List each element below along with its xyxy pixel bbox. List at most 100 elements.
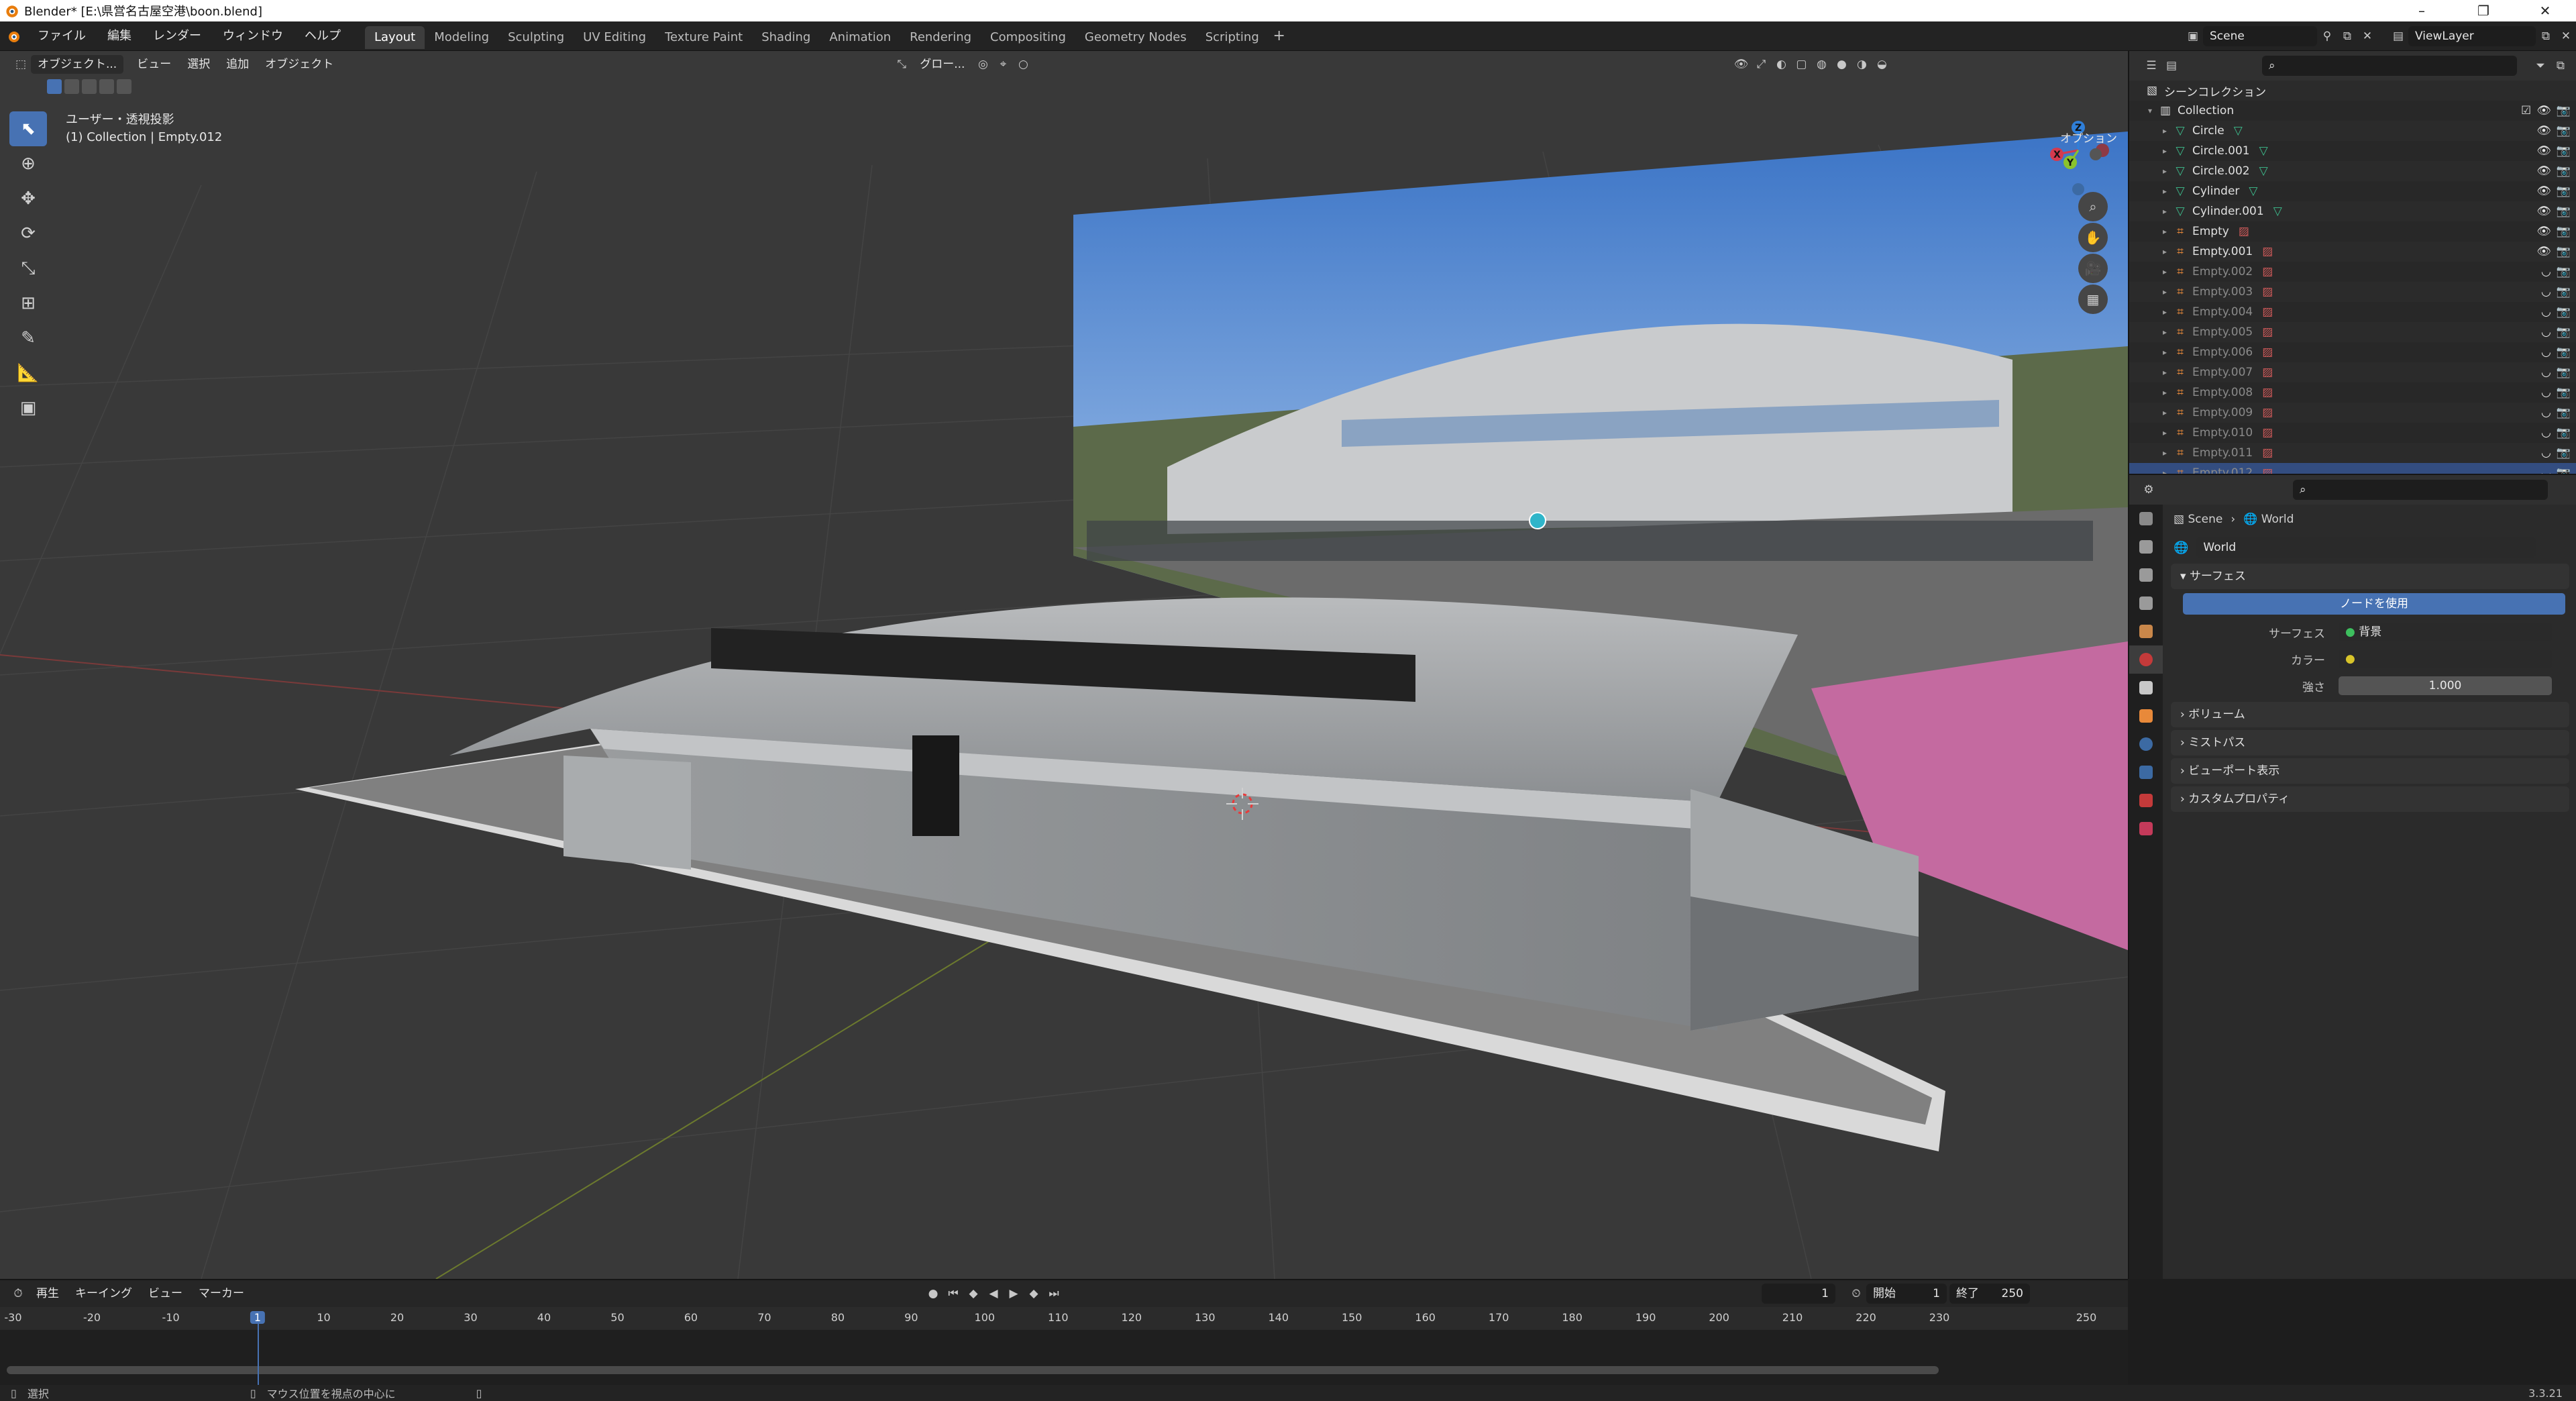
gizmo-toggle-icon[interactable]: ⤢ [1751, 54, 1771, 74]
menu-file[interactable]: ファイル [27, 21, 97, 51]
viewport-scene[interactable]: Z X Y [0, 51, 2128, 1279]
tab-uv-editing[interactable]: UV Editing [574, 26, 655, 49]
menu-window[interactable]: ウィンドウ [212, 21, 294, 51]
tab-compositing[interactable]: Compositing [981, 26, 1075, 49]
tab-texture-paint[interactable]: Texture Paint [655, 26, 752, 49]
timeline-menu-playback[interactable]: 再生 [28, 1280, 67, 1307]
collapse-arrow-icon[interactable]: ▾ [2143, 106, 2157, 115]
mesh-data-icon[interactable]: ▽ [2259, 164, 2268, 178]
camera-icon[interactable]: 📷 [2557, 104, 2571, 117]
camera-view-icon[interactable]: 🎥 [2078, 254, 2108, 283]
outliner-item[interactable]: ▸ ⌗ Empty.012 ▨ ◡ 📷 [2129, 463, 2576, 474]
new-collection-icon[interactable]: ⧉ [2551, 56, 2571, 76]
proportional-edit-icon[interactable]: ○ [1013, 54, 1033, 74]
maximize-button[interactable]: ❐ [2453, 0, 2514, 21]
scene-icon[interactable]: ▣ [2183, 26, 2203, 46]
close-button[interactable]: ✕ [2514, 0, 2576, 21]
camera-icon[interactable]: 📷 [2557, 386, 2571, 399]
eye-icon[interactable]: ◡ [2541, 406, 2551, 419]
scene-tab-icon[interactable] [2129, 617, 2163, 645]
world-name-field[interactable]: World [2196, 537, 2536, 558]
camera-icon[interactable]: 📷 [2557, 225, 2571, 238]
outliner-item[interactable]: ▸ ⌗ Empty.009 ▨ ◡ 📷 [2129, 403, 2576, 423]
delete-scene-icon[interactable]: ✕ [2357, 26, 2377, 46]
timeline-menu-view[interactable]: ビュー [140, 1280, 191, 1307]
minimize-button[interactable]: – [2391, 0, 2453, 21]
snap-icon[interactable]: ⌖ [993, 54, 1013, 74]
properties-editor-icon[interactable]: ⚙ [2139, 480, 2159, 500]
volume-panel-header[interactable]: › ボリューム [2171, 702, 2569, 727]
use-nodes-button[interactable]: ノードを使用 [2183, 593, 2565, 615]
expand-arrow-icon[interactable]: ▸ [2157, 388, 2172, 397]
select-extend-icon[interactable] [64, 79, 79, 94]
ortho-toggle-icon[interactable]: ▦ [2078, 284, 2108, 314]
camera-icon[interactable]: 📷 [2557, 446, 2571, 460]
move-tool-icon[interactable]: ✥ [9, 181, 47, 216]
eye-icon[interactable]: 👁 [2536, 164, 2551, 178]
viewport-menu-select[interactable]: 選択 [179, 51, 218, 78]
image-data-icon[interactable]: ▨ [2262, 386, 2273, 399]
eye-icon[interactable]: ◡ [2541, 265, 2551, 278]
expand-arrow-icon[interactable]: ▸ [2157, 207, 2172, 216]
record-icon[interactable]: ● [923, 1284, 943, 1304]
eye-icon[interactable]: ◡ [2541, 285, 2551, 299]
image-data-icon[interactable]: ▨ [2239, 225, 2249, 238]
image-data-icon[interactable]: ▨ [2262, 406, 2273, 419]
outliner-item[interactable]: ▸ ⌗ Empty.008 ▨ ◡ 📷 [2129, 382, 2576, 403]
camera-icon[interactable]: 📷 [2557, 164, 2571, 178]
outliner-item[interactable]: ▸ ⌗ Empty ▨ 👁 📷 [2129, 221, 2576, 242]
expand-arrow-icon[interactable]: ▸ [2157, 468, 2172, 474]
camera-icon[interactable]: 📷 [2557, 205, 2571, 218]
camera-icon[interactable]: 📷 [2557, 185, 2571, 198]
expand-arrow-icon[interactable]: ▸ [2157, 307, 2172, 317]
mode-dropdown[interactable]: オブジェクト... [31, 55, 124, 74]
prev-keyframe-icon[interactable]: ◆ [963, 1284, 983, 1304]
collection-row[interactable]: ▾ ▥ Collection ☑ 👁 📷 [2129, 101, 2576, 121]
active-empty-marker[interactable] [1529, 512, 1546, 529]
end-frame-field[interactable]: 終了 250 [1949, 1284, 2030, 1304]
editor-type-icon[interactable]: ⬚ [11, 54, 31, 74]
camera-icon[interactable]: 📷 [2557, 366, 2571, 379]
surface-panel-header[interactable]: ▾ サーフェス [2171, 564, 2569, 589]
tab-modeling[interactable]: Modeling [425, 26, 498, 49]
eye-icon[interactable]: ◡ [2541, 325, 2551, 339]
world-tab-icon[interactable] [2129, 645, 2163, 674]
filter-icon[interactable]: ⏷ [2530, 56, 2551, 76]
select-invert-icon[interactable] [99, 79, 114, 94]
eye-icon[interactable]: ◡ [2541, 346, 2551, 359]
shading-wireframe-icon[interactable]: ◍ [1811, 54, 1831, 74]
mesh-data-icon[interactable]: ▽ [2259, 144, 2268, 158]
expand-arrow-icon[interactable]: ▸ [2157, 428, 2172, 437]
expand-arrow-icon[interactable]: ▸ [2157, 126, 2172, 136]
tab-sculpting[interactable]: Sculpting [498, 26, 574, 49]
eye-icon[interactable]: 👁 [2536, 225, 2551, 238]
outliner-item[interactable]: ▸ ⌗ Empty.005 ▨ ◡ 📷 [2129, 322, 2576, 342]
eye-icon[interactable]: ◡ [2541, 305, 2551, 319]
tab-shading[interactable]: Shading [752, 26, 820, 49]
camera-icon[interactable]: 📷 [2557, 325, 2571, 339]
image-data-icon[interactable]: ▨ [2262, 346, 2273, 359]
outliner-item[interactable]: ▸ ▽ Cylinder ▽ 👁 📷 [2129, 181, 2576, 201]
scene-collection-row[interactable]: ▧ シーンコレクション [2129, 81, 2576, 101]
menu-edit[interactable]: 編集 [97, 21, 142, 51]
camera-icon[interactable]: 📷 [2557, 346, 2571, 359]
tab-animation[interactable]: Animation [820, 26, 900, 49]
select-box-tool-icon[interactable]: ⬉ [9, 111, 47, 146]
rotate-tool-icon[interactable]: ⟳ [9, 216, 47, 251]
custom-properties-panel-header[interactable]: › カスタムプロパティ [2171, 786, 2569, 812]
annotate-tool-icon[interactable]: ✎ [9, 321, 47, 356]
measure-tool-icon[interactable]: 📐 [9, 356, 47, 391]
include-checkbox-icon[interactable]: ☑ [2521, 104, 2531, 117]
outliner-item[interactable]: ▸ ⌗ Empty.011 ▨ ◡ 📷 [2129, 443, 2576, 463]
play-icon[interactable]: ▶ [1004, 1284, 1024, 1304]
image-data-icon[interactable]: ▨ [2262, 325, 2273, 339]
tab-rendering[interactable]: Rendering [900, 26, 981, 49]
image-data-icon[interactable]: ▨ [2262, 426, 2273, 439]
eye-icon[interactable]: 👁 [2536, 104, 2551, 117]
expand-arrow-icon[interactable]: ▸ [2157, 267, 2172, 276]
select-new-icon[interactable] [47, 79, 62, 94]
add-cube-tool-icon[interactable]: ▣ [9, 391, 47, 425]
mesh-data-icon[interactable]: ▽ [2273, 205, 2282, 218]
shading-material-icon[interactable]: ◑ [1851, 54, 1872, 74]
render-tab-icon[interactable] [2129, 533, 2163, 561]
